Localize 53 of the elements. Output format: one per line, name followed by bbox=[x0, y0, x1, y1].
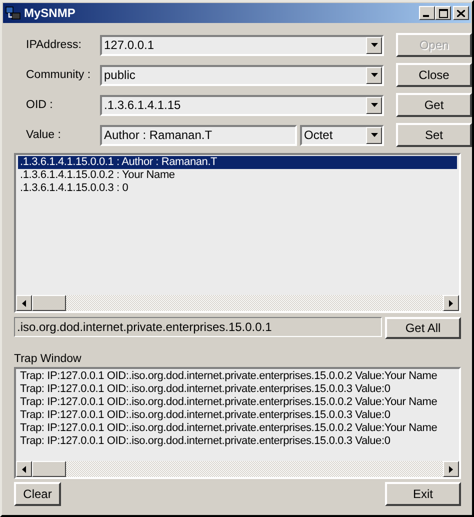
minimize-button[interactable] bbox=[419, 6, 435, 20]
trap-line: Trap: IP:127.0.0.1 OID:.iso.org.dod.internet.private.enterprises.15.0.0.2 Value:Your Name bbox=[19, 422, 438, 435]
left-arrow-icon bbox=[22, 466, 26, 472]
scrollbar-thumb[interactable] bbox=[32, 295, 66, 311]
scrollbar[interactable] bbox=[16, 461, 459, 477]
maximize-button[interactable] bbox=[435, 6, 451, 20]
field-label: Community : bbox=[25, 68, 88, 82]
caret-icon bbox=[370, 43, 378, 47]
caret-icon bbox=[370, 73, 378, 77]
value-field[interactable]: Author : Ramanan.T bbox=[100, 124, 297, 146]
combo-box[interactable]: 127.0.0.1 bbox=[100, 34, 384, 56]
scroll-right-button[interactable] bbox=[443, 461, 459, 477]
dropdown-button[interactable] bbox=[366, 96, 382, 114]
scroll-right-button[interactable] bbox=[443, 295, 459, 311]
field-label: IPAddress: bbox=[25, 38, 82, 52]
trap-window-label: Trap Window bbox=[14, 353, 82, 365]
dropdown-button[interactable] bbox=[366, 66, 382, 84]
window-title: MySNMP bbox=[24, 6, 76, 20]
field-label: OID : bbox=[25, 98, 54, 112]
close-icon bbox=[457, 10, 465, 16]
dialog-button[interactable]: Clear bbox=[14, 482, 61, 506]
combo-box[interactable]: public bbox=[100, 64, 384, 86]
field-label: Value : bbox=[25, 128, 62, 142]
app-icon bbox=[5, 5, 21, 21]
dropdown-button[interactable] bbox=[366, 126, 382, 144]
result-item[interactable]: .1.3.6.1.4.1.15.0.0.2 : Your Name bbox=[18, 169, 457, 182]
trap-line: Trap: IP:127.0.0.1 OID:.iso.org.dod.internet.private.enterprises.15.0.0.2 Value:Your Name bbox=[19, 396, 438, 409]
trap-line: Trap: IP:127.0.0.1 OID:.iso.org.dod.internet.private.enterprises.15.0.0.3 Value:0 bbox=[19, 409, 392, 422]
dialog-button[interactable]: Exit bbox=[385, 482, 461, 506]
type-combo-box[interactable]: Octet bbox=[300, 124, 384, 146]
trap-line: Trap: IP:127.0.0.1 OID:.iso.org.dod.internet.private.enterprises.15.0.0.2 Value:Your Name bbox=[19, 370, 438, 383]
oid-name-field: .iso.org.dod.internet.private.enterprises.15.0.0.1 bbox=[14, 317, 382, 337]
scroll-left-button[interactable] bbox=[16, 295, 32, 311]
trap-line: Trap: IP:127.0.0.1 OID:.iso.org.dod.internet.private.enterprises.15.0.0.3 Value:0 bbox=[19, 435, 392, 448]
close-button[interactable] bbox=[453, 6, 469, 20]
scrollbar[interactable] bbox=[16, 295, 459, 311]
result-item[interactable]: .1.3.6.1.4.1.15.0.0.3 : 0 bbox=[18, 182, 457, 195]
trap-line: Trap: IP:127.0.0.1 OID:.iso.org.dod.internet.private.enterprises.15.0.0.3 Value:0 bbox=[19, 383, 392, 396]
combo-box[interactable]: .1.3.6.1.4.1.15 bbox=[100, 94, 384, 116]
scroll-left-button[interactable] bbox=[16, 461, 32, 477]
left-arrow-icon bbox=[22, 300, 26, 306]
dropdown-button[interactable] bbox=[366, 36, 382, 54]
side-button[interactable]: Get bbox=[396, 93, 472, 117]
get-all-button[interactable]: Get All bbox=[385, 317, 461, 339]
result-item[interactable]: .1.3.6.1.4.1.15.0.0.1 : Author : Ramanan.T bbox=[18, 156, 457, 169]
caret-icon bbox=[370, 103, 378, 107]
side-button[interactable]: Close bbox=[396, 63, 472, 87]
maximize-icon bbox=[438, 8, 448, 18]
caret-icon bbox=[370, 133, 378, 137]
right-arrow-icon bbox=[449, 466, 453, 472]
right-arrow-icon bbox=[449, 300, 453, 306]
side-button[interactable]: Set bbox=[396, 123, 472, 147]
scrollbar-thumb[interactable] bbox=[32, 461, 66, 477]
